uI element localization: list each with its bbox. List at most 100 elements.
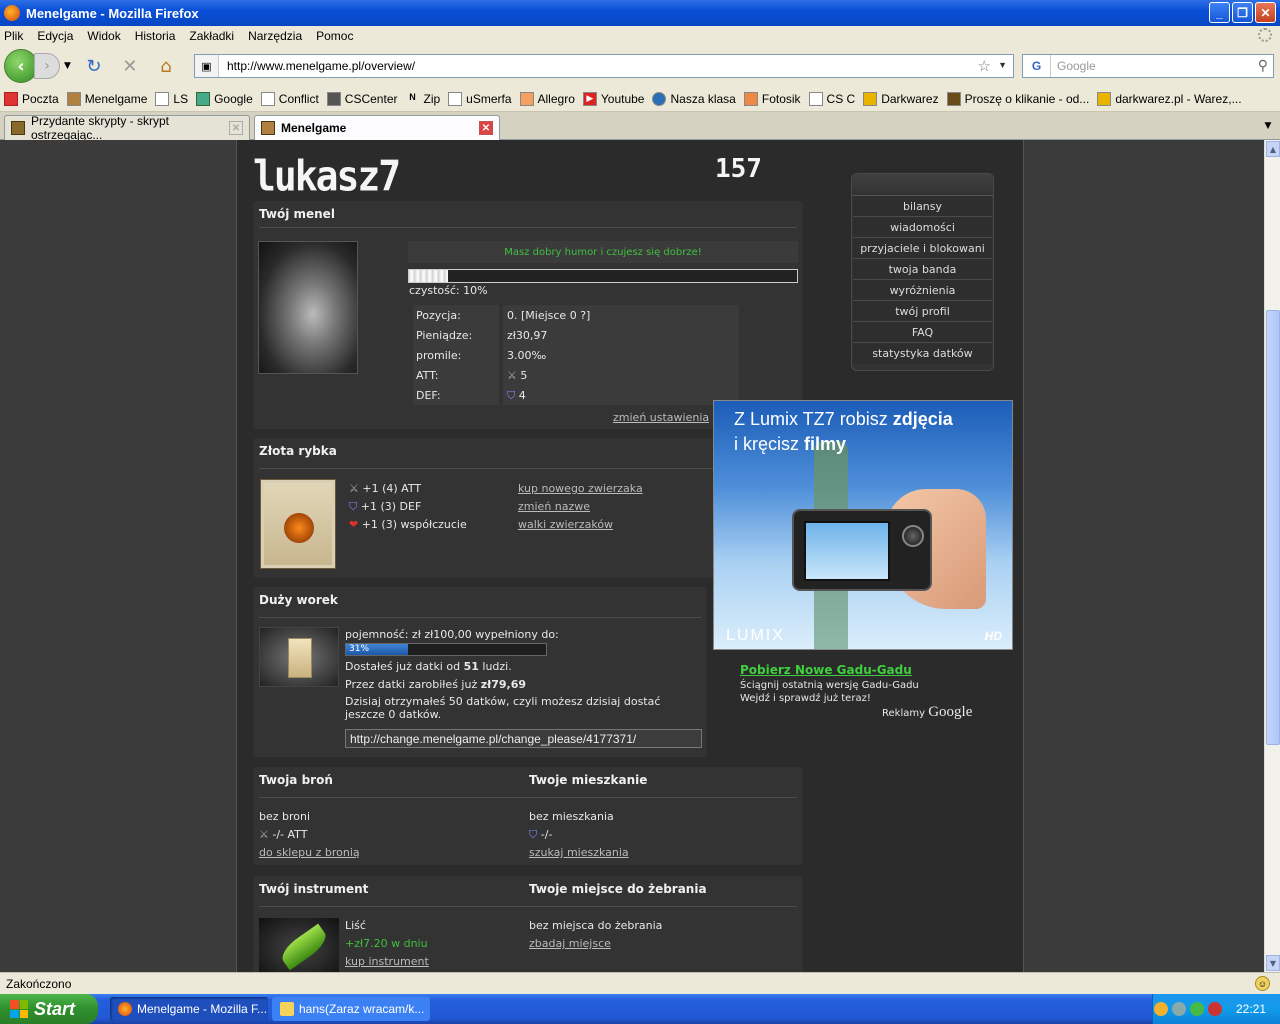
home-icon[interactable]: ⌂: [153, 53, 179, 79]
scroll-down-icon[interactable]: ▼: [1266, 955, 1280, 971]
vertical-scrollbar[interactable]: ▲ ▼: [1264, 140, 1280, 972]
url-dropdown-icon[interactable]: ▼: [998, 60, 1007, 70]
menu-pomoc[interactable]: Pomoc: [316, 29, 353, 43]
bookmark-item[interactable]: Menelgame: [66, 91, 147, 106]
smiley-icon[interactable]: ☺: [1255, 976, 1270, 991]
reload-icon[interactable]: ↻: [81, 53, 107, 79]
bookmark-star-icon[interactable]: ☆: [978, 57, 991, 75]
stop-icon[interactable]: ✕: [117, 53, 143, 79]
side-item-przyjaciele[interactable]: przyjaciele i blokowani: [853, 238, 992, 259]
bookmark-item[interactable]: CS C: [808, 91, 855, 106]
table-row: promile: 3.00‰: [413, 345, 739, 365]
side-item-faq[interactable]: FAQ: [853, 322, 992, 343]
google-icon: [196, 91, 211, 106]
menu-narzedzia[interactable]: Narzędzia: [248, 29, 302, 43]
weapon-home-panel: Twoja broń Twoje mieszkanie bez broni ⚔ …: [253, 767, 803, 865]
tray-icon[interactable]: [1207, 1002, 1222, 1016]
shield-icon: ⛉: [349, 500, 358, 513]
forward-button[interactable]: ›: [34, 53, 60, 79]
bookmark-item[interactable]: N Zip: [405, 92, 440, 106]
side-item-wyroznienia[interactable]: wyróżnienia: [853, 280, 992, 301]
bookmark-item[interactable]: Fotosik: [743, 91, 801, 106]
minimize-button[interactable]: _: [1209, 2, 1230, 23]
bookmark-item[interactable]: LS: [155, 91, 188, 106]
weapon-shop-link[interactable]: do sklepu z bronią: [259, 844, 360, 862]
tray-icon[interactable]: [1153, 1002, 1168, 1016]
explore-place-link[interactable]: zbadaj miejsce: [529, 935, 662, 953]
bookmark-item[interactable]: Google: [196, 91, 253, 106]
maximize-button[interactable]: ❐: [1232, 2, 1253, 23]
darkwarez-icon: [863, 91, 878, 106]
taskbar-item-messenger[interactable]: hans(Zaraz wracam/k...: [272, 997, 430, 1021]
windows-logo-icon: [10, 1000, 28, 1018]
buy-instrument-link[interactable]: kup instrument: [345, 953, 429, 971]
lumix-advertisement[interactable]: Z Lumix TZ7 robisz zdjęcia i kręcisz fil…: [713, 400, 1013, 650]
bookmark-item[interactable]: uSmerfa: [448, 91, 512, 106]
search-bar[interactable]: G Google ⚲: [1022, 54, 1274, 78]
bookmark-item[interactable]: Darkwarez: [863, 91, 939, 106]
tab-list-dropdown-icon[interactable]: ▼: [1260, 118, 1276, 134]
tab-menelgame[interactable]: Menelgame ✕: [254, 115, 500, 140]
url-text[interactable]: http://www.menelgame.pl/overview/: [227, 59, 415, 73]
menu-historia[interactable]: Historia: [135, 29, 176, 43]
menu-zakladki[interactable]: Zakładki: [189, 29, 234, 43]
search-input[interactable]: Google: [1057, 59, 1096, 73]
menel-avatar: [258, 241, 358, 374]
bookmark-item[interactable]: Nasza klasa: [652, 91, 736, 106]
instrument-place-panel: Twój instrument Twoje miejsce do żebrani…: [253, 876, 803, 972]
back-button[interactable]: ‹: [4, 49, 38, 83]
menu-widok[interactable]: Widok: [87, 29, 120, 43]
menu-plik[interactable]: Plik: [4, 29, 23, 43]
buy-pet-link[interactable]: kup nowego zwierzaka: [518, 480, 643, 498]
bag-capacity: pojemność: zł zł100,00 wypełniony do:: [345, 628, 559, 641]
tab-skrypty[interactable]: Przydante skrypty - skrypt ostrzegając..…: [4, 114, 250, 142]
bookmark-item[interactable]: Proszę o klikanie - od...: [946, 91, 1089, 106]
bag-fill-bar: 31%: [345, 643, 547, 656]
history-dropdown-icon[interactable]: ▼: [64, 61, 71, 71]
close-tab-button[interactable]: ✕: [479, 121, 493, 135]
scroll-up-icon[interactable]: ▲: [1266, 141, 1280, 157]
gadu-ad-link[interactable]: Pobierz Nowe Gadu-Gadu: [740, 664, 919, 677]
side-item-banda[interactable]: twoja banda: [853, 259, 992, 280]
pet-fights-link[interactable]: walki zwierzaków: [518, 516, 643, 534]
address-bar[interactable]: ▣ http://www.menelgame.pl/overview/ ☆ ▼: [194, 54, 1014, 78]
ad-brand: LUMIX: [726, 627, 785, 644]
bookmark-item[interactable]: ▶ Youtube: [582, 91, 644, 106]
change-url-field[interactable]: http://change.menelgame.pl/change_please…: [345, 729, 702, 748]
cscenter-icon: [326, 91, 341, 106]
google-engine-icon[interactable]: G: [1023, 55, 1051, 77]
side-item-statystyka[interactable]: statystyka datków: [853, 343, 992, 364]
fish-heading: Złota rybka: [259, 444, 337, 458]
rename-pet-link[interactable]: zmień nazwe: [518, 498, 643, 516]
bag-panel: Duży worek pojemność: zł zł100,00 wypełn…: [253, 587, 707, 757]
bag-heading: Duży worek: [259, 593, 338, 607]
menu-bar: Plik Edycja Widok Historia Zakładki Narz…: [0, 26, 1280, 46]
tray-icon[interactable]: [1171, 1002, 1186, 1016]
bag-info: pojemność: zł zł100,00 wypełniony do: 31…: [345, 627, 700, 721]
taskbar-item-firefox[interactable]: Menelgame - Mozilla F...: [110, 997, 268, 1021]
find-home-link[interactable]: szukaj mieszkania: [529, 844, 629, 862]
username-logo: lukasz7: [253, 151, 401, 201]
bookmark-item[interactable]: Conflict: [260, 91, 319, 106]
bookmark-item[interactable]: CSCenter: [326, 91, 397, 106]
side-item-wiadomosci[interactable]: wiadomości: [853, 217, 992, 238]
start-button[interactable]: Start: [0, 994, 98, 1024]
close-tab-button[interactable]: ✕: [229, 121, 243, 135]
side-item-profil[interactable]: twój profil: [853, 301, 992, 322]
settings-link[interactable]: zmień ustawienia: [613, 411, 709, 424]
ad-hd-label: HD: [984, 629, 1002, 643]
scroll-thumb[interactable]: [1266, 310, 1280, 745]
clock: 22:21: [1235, 1002, 1266, 1016]
tray-icon[interactable]: [1189, 1002, 1204, 1016]
menu-edycja[interactable]: Edycja: [37, 29, 73, 43]
mood-text: Masz dobry humor i czujesz się dobrze!: [408, 241, 798, 263]
bookmark-item[interactable]: Allegro: [519, 91, 575, 106]
ads-by-google[interactable]: Reklamy Google: [882, 705, 972, 720]
close-window-button[interactable]: ✕: [1255, 2, 1276, 23]
page-icon: [448, 91, 463, 106]
window-title: Menelgame - Mozilla Firefox: [26, 5, 199, 21]
search-icon[interactable]: ⚲: [1258, 57, 1268, 74]
side-item-bilansy[interactable]: bilansy: [853, 196, 992, 217]
bookmark-item[interactable]: Poczta: [4, 91, 59, 106]
bookmark-item[interactable]: darkwarez.pl - Warez,...: [1097, 91, 1242, 106]
